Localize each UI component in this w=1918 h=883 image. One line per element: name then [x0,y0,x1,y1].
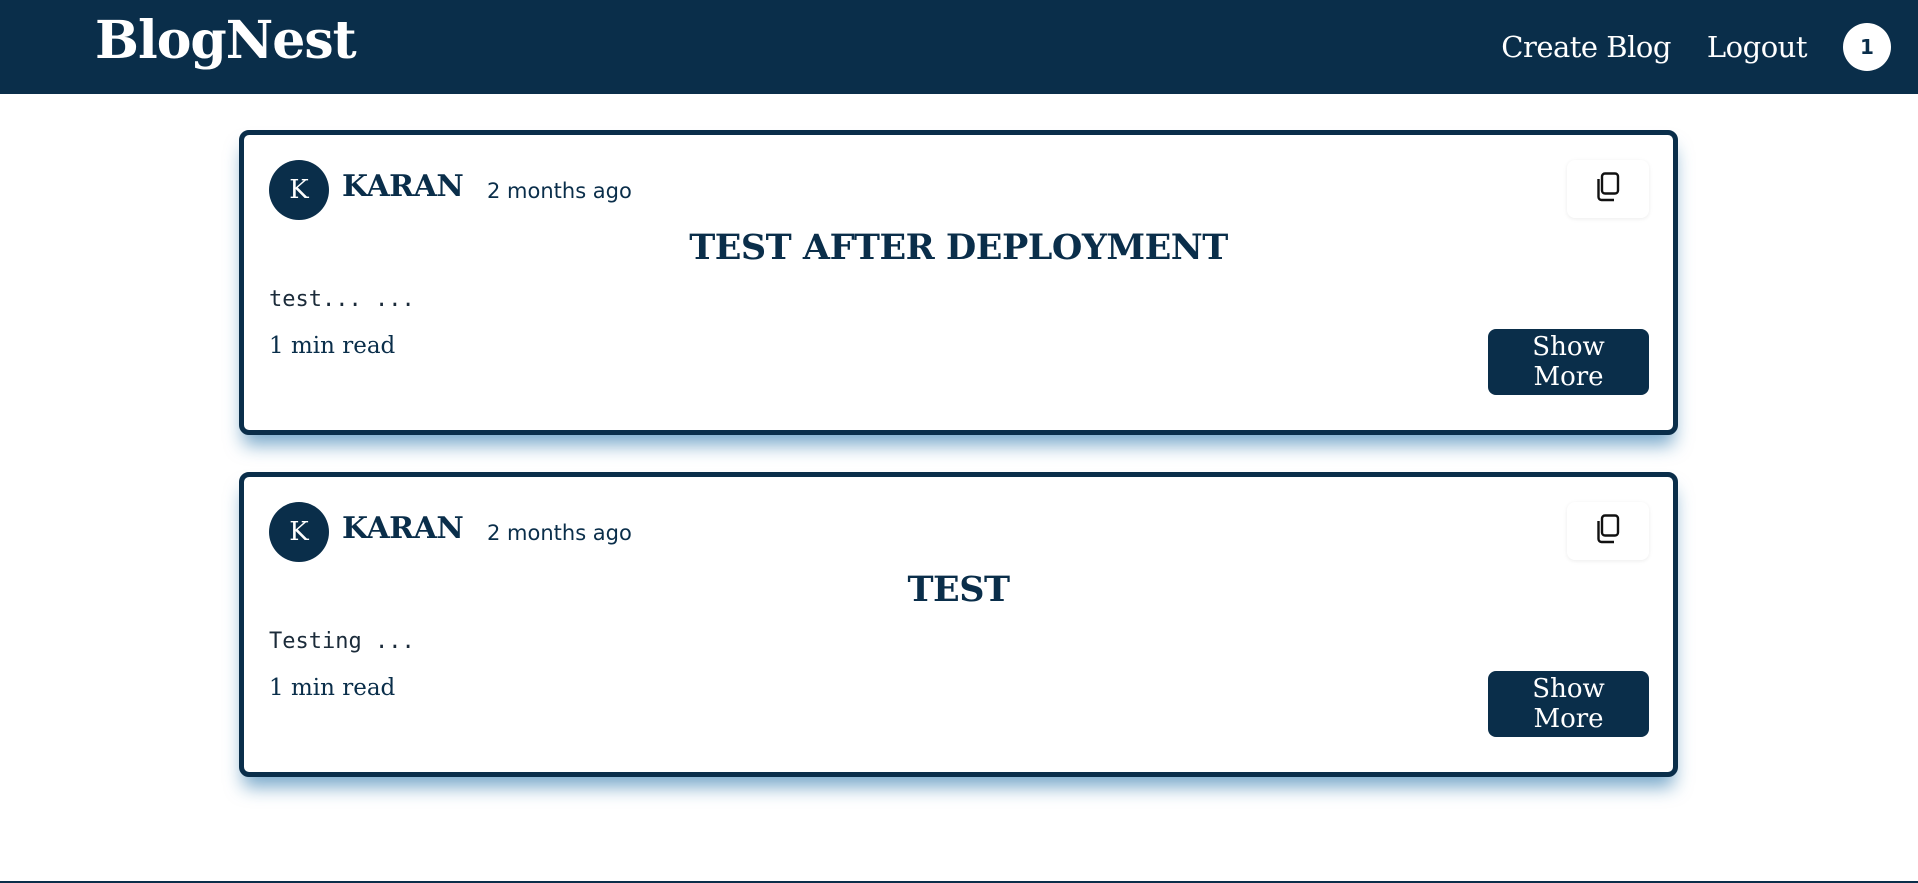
author-name: KARAN [342,169,464,204]
copy-button[interactable] [1567,502,1649,560]
post-excerpt: test... ... [269,287,415,312]
post-title: TEST AFTER DEPLOYMENT [689,227,1228,268]
post-time: 2 months ago [487,521,632,545]
brand-logo[interactable]: BlogNest [95,10,357,71]
copy-icon [1595,514,1621,548]
create-blog-link[interactable]: Create Blog [1501,30,1671,64]
avatar: K [269,160,329,220]
logout-link[interactable]: Logout [1707,30,1808,64]
nav-links: Create Blog Logout 1 [1501,0,1891,94]
notification-badge[interactable]: 1 [1843,23,1891,71]
copy-icon [1595,172,1621,206]
post-excerpt: Testing ... [269,629,415,654]
author-name: KARAN [342,511,464,546]
read-time: 1 min read [269,675,396,701]
avatar: K [269,502,329,562]
post-time: 2 months ago [487,179,632,203]
copy-button[interactable] [1567,160,1649,218]
blog-feed: K KARAN 2 months ago TEST AFTER DEPLOYME… [239,130,1678,814]
read-time: 1 min read [269,333,396,359]
post-title: TEST [907,569,1010,610]
show-more-button[interactable]: Show More [1488,329,1649,395]
show-more-button[interactable]: Show More [1488,671,1649,737]
blog-card: K KARAN 2 months ago TEST AFTER DEPLOYME… [239,130,1678,435]
top-navbar: BlogNest Create Blog Logout 1 [0,0,1918,94]
blog-card: K KARAN 2 months ago TEST Testing ... 1 … [239,472,1678,777]
